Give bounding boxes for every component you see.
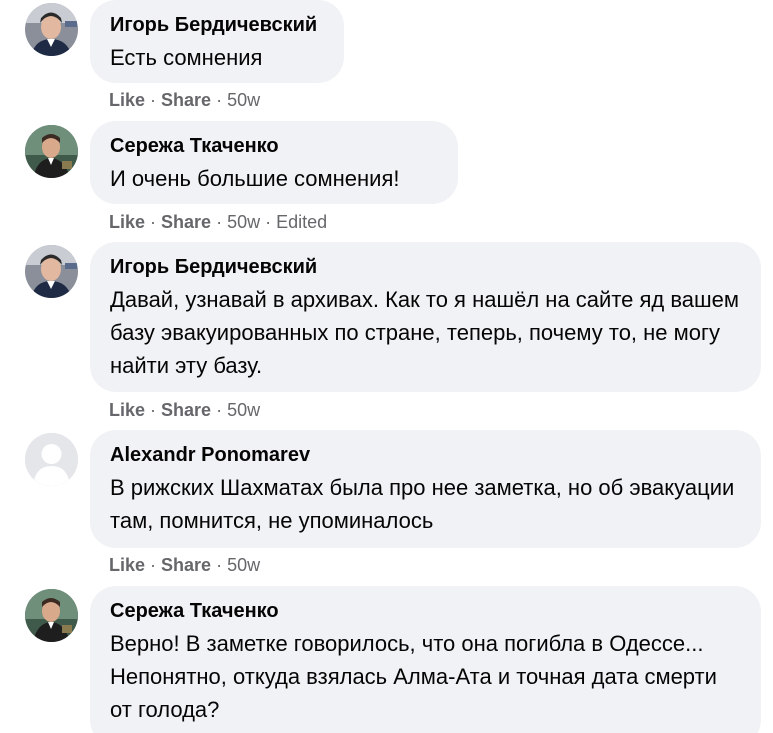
share-button[interactable]: Share bbox=[161, 212, 211, 232]
comment-author[interactable]: Alexandr Ponomarev bbox=[110, 442, 741, 468]
share-button[interactable]: Share bbox=[161, 555, 211, 575]
comment-actions: Like · Share · 50w bbox=[109, 399, 260, 421]
avatar[interactable] bbox=[25, 245, 78, 298]
separator: · bbox=[150, 90, 157, 110]
like-button[interactable]: Like bbox=[109, 90, 145, 110]
default-avatar-icon bbox=[25, 433, 78, 486]
separator: · bbox=[150, 212, 157, 232]
edited-label[interactable]: Edited bbox=[276, 212, 327, 232]
comment-thread: Игорь Бердичевский Есть сомнения Like · Sh… bbox=[0, 0, 773, 733]
user-photo-icon bbox=[25, 245, 78, 298]
separator: · bbox=[216, 212, 223, 232]
comment-bubble: Сережа Ткаченко Верно! В заметке говорил… bbox=[90, 586, 761, 733]
timestamp[interactable]: 50w bbox=[227, 400, 260, 420]
like-button[interactable]: Like bbox=[109, 212, 145, 232]
comment-bubble: Alexandr Ponomarev В рижских Шахматах бы… bbox=[90, 430, 761, 548]
share-button[interactable]: Share bbox=[161, 400, 211, 420]
comment-author[interactable]: Сережа Ткаченко bbox=[110, 598, 741, 624]
comment-bubble: Игорь Бердичевский Есть сомнения bbox=[90, 0, 344, 83]
separator: · bbox=[216, 555, 223, 575]
comment-author[interactable]: Сережа Ткаченко bbox=[110, 133, 438, 159]
like-button[interactable]: Like bbox=[109, 555, 145, 575]
comment-author[interactable]: Игорь Бердичевский bbox=[110, 254, 741, 280]
separator: · bbox=[216, 400, 223, 420]
timestamp[interactable]: 50w bbox=[227, 90, 260, 110]
avatar[interactable] bbox=[25, 125, 78, 178]
separator: · bbox=[150, 555, 157, 575]
comment-text: И очень большие сомнения! bbox=[110, 166, 400, 191]
comment-actions: Like · Share · 50w · Edited bbox=[109, 211, 327, 233]
comment-bubble: Сережа Ткаченко И очень большие сомнения… bbox=[90, 121, 458, 204]
separator: · bbox=[150, 400, 157, 420]
timestamp[interactable]: 50w bbox=[227, 555, 260, 575]
like-button[interactable]: Like bbox=[109, 400, 145, 420]
avatar[interactable] bbox=[25, 433, 78, 486]
comment-text: Есть сомнения bbox=[110, 45, 263, 70]
timestamp[interactable]: 50w bbox=[227, 212, 260, 232]
comment-text: Давай, узнавай в архивах. Как то я нашёл… bbox=[110, 287, 740, 378]
user-photo-icon bbox=[25, 589, 78, 642]
comment-author[interactable]: Игорь Бердичевский bbox=[110, 12, 324, 38]
comment-actions: Like · Share · 50w bbox=[109, 554, 260, 576]
avatar[interactable] bbox=[25, 589, 78, 642]
separator: · bbox=[216, 90, 223, 110]
comment-text: В рижских Шахматах была про нее заметка,… bbox=[110, 475, 735, 533]
user-photo-icon bbox=[25, 125, 78, 178]
comment-actions: Like · Share · 50w bbox=[109, 89, 260, 111]
comment-bubble: Игорь Бердичевский Давай, узнавай в архи… bbox=[90, 242, 761, 392]
avatar[interactable] bbox=[25, 3, 78, 56]
separator: · bbox=[265, 212, 272, 232]
user-photo-icon bbox=[25, 3, 78, 56]
comment-text: Верно! В заметке говорилось, что она пог… bbox=[110, 631, 717, 722]
share-button[interactable]: Share bbox=[161, 90, 211, 110]
